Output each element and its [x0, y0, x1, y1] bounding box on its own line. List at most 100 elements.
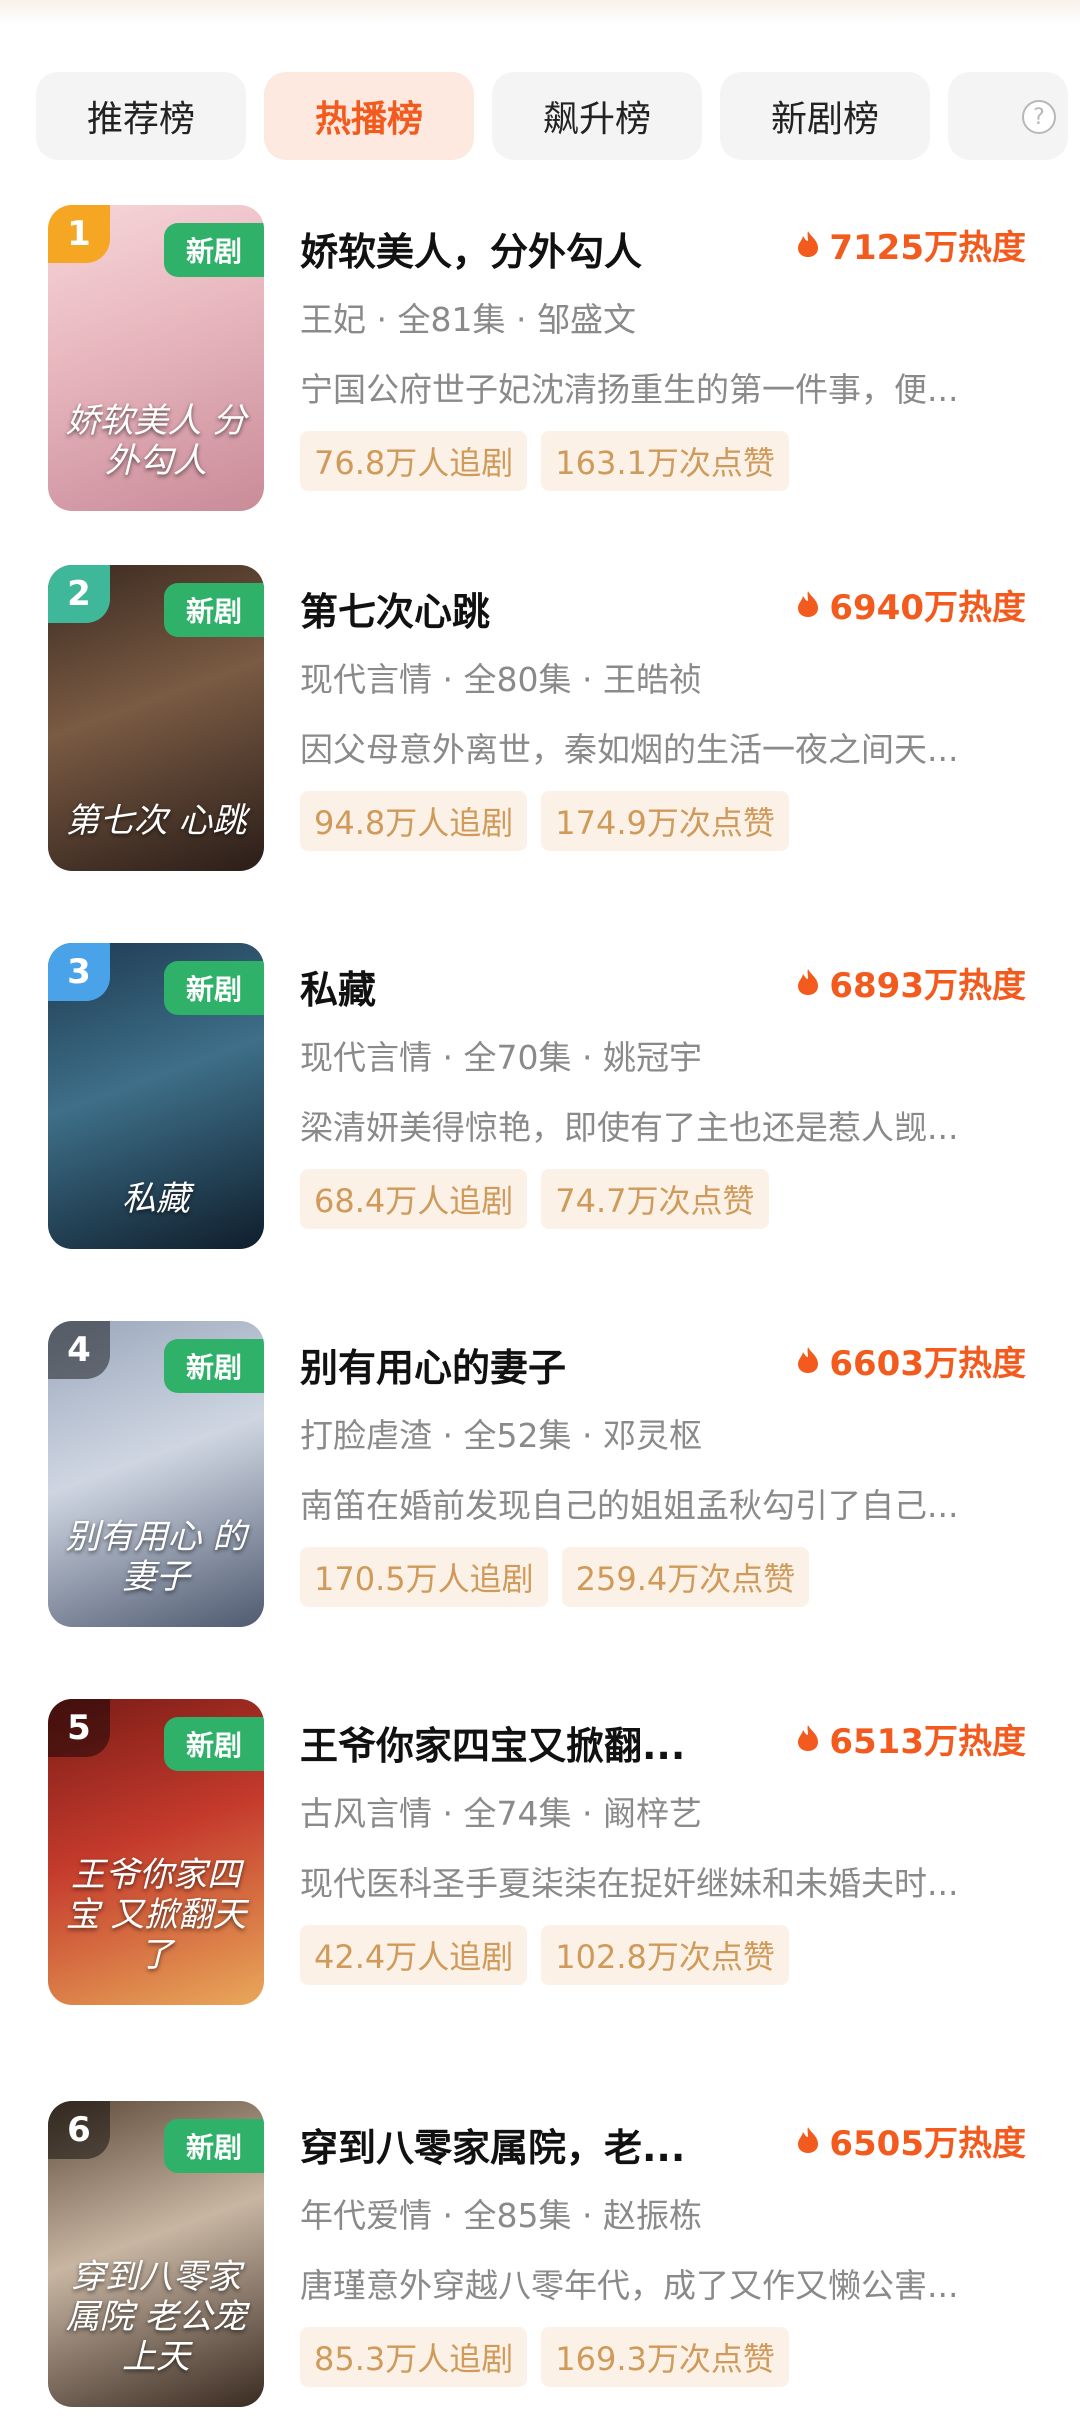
ranking-tabs: 推荐榜 热播榜 飙升榜 新剧榜 — [36, 72, 1080, 162]
cover-image[interactable]: 私藏 3 新剧 — [48, 943, 264, 1249]
flame-icon — [798, 1725, 819, 1751]
drama-meta: 古风言情 · 全74集 · 阚梓艺 — [300, 1787, 1020, 1835]
tab-rising[interactable]: 飙升榜 — [492, 72, 702, 160]
stats-chips: 94.8万人追剧 174.9万次点赞 — [300, 791, 789, 851]
tab-hot[interactable]: 热播榜 — [264, 72, 474, 160]
likes-chip: 174.9万次点赞 — [541, 791, 789, 851]
likes-chip: 74.7万次点赞 — [541, 1169, 769, 1229]
heat-text: 7125万热度 — [829, 227, 1026, 268]
flame-icon — [798, 2127, 819, 2153]
cover-image[interactable]: 别有用心 的妻子 4 新剧 — [48, 1321, 264, 1627]
flame-icon — [798, 969, 819, 995]
cover-title: 王爷你家四宝 又掀翻天了 — [65, 1855, 247, 1975]
cover-title: 别有用心 的妻子 — [65, 1517, 247, 1597]
followers-chip: 94.8万人追剧 — [300, 791, 528, 851]
separator-dot: · — [581, 660, 603, 699]
actor-name: 王皓祯 — [602, 660, 702, 699]
drama-meta: 年代爱情 · 全85集 · 赵振栋 — [300, 2189, 1020, 2237]
drama-title[interactable]: 私藏 — [300, 959, 760, 1014]
followers-chip: 85.3万人追剧 — [300, 2327, 528, 2387]
rank-badge: 3 — [48, 943, 110, 1001]
actor-name: 邹盛文 — [536, 300, 636, 339]
top-fade — [0, 0, 1080, 24]
cover-title: 私藏 — [122, 1179, 190, 1219]
likes-chip: 102.8万次点赞 — [541, 1925, 789, 1985]
heat-text: 6893万热度 — [829, 965, 1026, 1006]
genre: 王妃 — [300, 300, 366, 339]
heat-value: 6893万热度 — [797, 957, 1026, 1007]
list-item[interactable]: 私藏 3 新剧 私藏 6893万热度 现代言情 · 全70集 · 姚冠宇 梁清妍… — [0, 943, 1080, 1253]
drama-description: 唐瑾意外穿越八零年代，成了又作又懒公害... — [300, 2266, 959, 2305]
list-item[interactable]: 穿到八零家属院 老公宠上天 6 新剧 穿到八零家属院，老... 6505万热度 … — [0, 2101, 1080, 2411]
genre: 古风言情 — [300, 1794, 432, 1833]
separator-dot: · — [376, 300, 398, 339]
new-badge: 新剧 — [164, 961, 264, 1015]
cover-image[interactable]: 穿到八零家属院 老公宠上天 6 新剧 — [48, 2101, 264, 2407]
heat-text: 6940万热度 — [829, 587, 1026, 628]
followers-chip: 68.4万人追剧 — [300, 1169, 528, 1229]
episode-count: 全80集 — [463, 660, 572, 699]
cover-image[interactable]: 王爷你家四宝 又掀翻天了 5 新剧 — [48, 1699, 264, 2005]
rank-badge: 5 — [48, 1699, 110, 1757]
episode-count: 全85集 — [463, 2196, 572, 2235]
list-item[interactable]: 第七次 心跳 2 新剧 第七次心跳 6940万热度 现代言情 · 全80集 · … — [0, 565, 1080, 875]
new-badge: 新剧 — [164, 2119, 264, 2173]
likes-chip: 169.3万次点赞 — [541, 2327, 789, 2387]
episode-count: 全70集 — [463, 1038, 572, 1077]
drama-title[interactable]: 娇软美人，分外勾人 — [300, 221, 760, 276]
stats-chips: 170.5万人追剧 259.4万次点赞 — [300, 1547, 810, 1607]
cover-title: 娇软美人 分外勾人 — [65, 401, 247, 481]
separator-dot: · — [515, 300, 537, 339]
separator-dot: · — [581, 1794, 603, 1833]
heat-text: 6513万热度 — [829, 1721, 1026, 1762]
actor-name: 阚梓艺 — [602, 1794, 702, 1833]
question-circle-icon[interactable]: ? — [1022, 100, 1056, 134]
episode-count: 全81集 — [397, 300, 506, 339]
rank-badge: 2 — [48, 565, 110, 623]
drama-title[interactable]: 王爷你家四宝又掀翻... — [300, 1715, 760, 1770]
likes-chip: 259.4万次点赞 — [561, 1547, 810, 1607]
drama-meta: 现代言情 · 全80集 · 王皓祯 — [300, 653, 1020, 701]
separator-dot: · — [442, 1038, 464, 1077]
separator-dot: · — [581, 1416, 603, 1455]
stats-chips: 85.3万人追剧 169.3万次点赞 — [300, 2327, 789, 2387]
cover-image[interactable]: 第七次 心跳 2 新剧 — [48, 565, 264, 871]
rank-badge: 6 — [48, 2101, 110, 2159]
heat-value: 6513万热度 — [797, 1713, 1026, 1763]
list-item[interactable]: 王爷你家四宝 又掀翻天了 5 新剧 王爷你家四宝又掀翻... 6513万热度 古… — [0, 1699, 1080, 2009]
stats-chips: 76.8万人追剧 163.1万次点赞 — [300, 431, 789, 491]
actor-name: 邓灵枢 — [602, 1416, 702, 1455]
drama-title[interactable]: 别有用心的妻子 — [300, 1337, 760, 1392]
followers-chip: 76.8万人追剧 — [300, 431, 528, 491]
list-item[interactable]: 别有用心 的妻子 4 新剧 别有用心的妻子 6603万热度 打脸虐渣 · 全52… — [0, 1321, 1080, 1631]
heat-value: 6940万热度 — [797, 579, 1026, 629]
new-badge: 新剧 — [164, 223, 264, 277]
separator-dot: · — [442, 1416, 464, 1455]
heat-value: 6603万热度 — [797, 1335, 1026, 1385]
new-badge: 新剧 — [164, 1717, 264, 1771]
separator-dot: · — [442, 2196, 464, 2235]
cover-image[interactable]: 娇软美人 分外勾人 1 新剧 — [48, 205, 264, 511]
drama-title[interactable]: 穿到八零家属院，老... — [300, 2117, 760, 2172]
separator-dot: · — [442, 660, 464, 699]
likes-chip: 163.1万次点赞 — [541, 431, 789, 491]
drama-description: 因父母意外离世，秦如烟的生活一夜之间天... — [300, 730, 959, 769]
stats-chips: 68.4万人追剧 74.7万次点赞 — [300, 1169, 769, 1229]
new-badge: 新剧 — [164, 583, 264, 637]
tab-recommend[interactable]: 推荐榜 — [36, 72, 246, 160]
cover-title: 穿到八零家属院 老公宠上天 — [65, 2257, 247, 2377]
drama-meta: 打脸虐渣 · 全52集 · 邓灵枢 — [300, 1409, 1020, 1457]
drama-title[interactable]: 第七次心跳 — [300, 581, 760, 636]
drama-meta: 现代言情 · 全70集 · 姚冠宇 — [300, 1031, 1020, 1079]
heat-value: 7125万热度 — [797, 219, 1026, 269]
flame-icon — [798, 591, 819, 617]
tab-new[interactable]: 新剧榜 — [720, 72, 930, 160]
followers-chip: 42.4万人追剧 — [300, 1925, 528, 1985]
drama-description: 梁清妍美得惊艳，即使有了主也还是惹人觊... — [300, 1108, 959, 1147]
heat-text: 6603万热度 — [829, 1343, 1026, 1384]
list-item[interactable]: 娇软美人 分外勾人 1 新剧 娇软美人，分外勾人 7125万热度 王妃 · 全8… — [0, 205, 1080, 515]
episode-count: 全52集 — [463, 1416, 572, 1455]
genre: 现代言情 — [300, 1038, 432, 1077]
flame-icon — [798, 231, 819, 257]
genre: 年代爱情 — [300, 2196, 432, 2235]
